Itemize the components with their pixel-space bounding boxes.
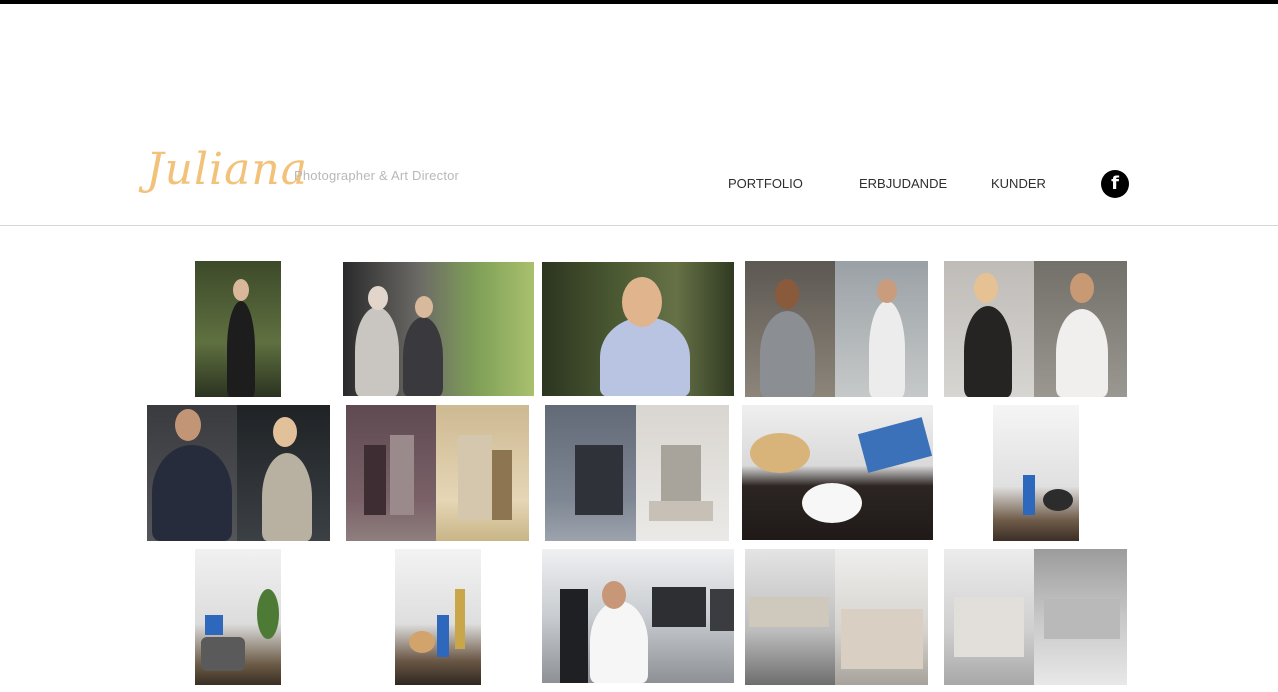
photo-smiling-woman-portrait[interactable] bbox=[542, 262, 734, 396]
photo-cooking-pot[interactable] bbox=[195, 549, 281, 685]
logo[interactable]: Juliana bbox=[146, 140, 308, 200]
nav-kunder[interactable]: KUNDER bbox=[991, 176, 1046, 191]
photo-interior-shelves-mauve[interactable] bbox=[346, 405, 529, 541]
photo-woman-and-chef-diptych[interactable] bbox=[944, 261, 1127, 397]
photo-interior-grey-furniture[interactable] bbox=[545, 405, 729, 541]
photo-chef-and-apron-woman[interactable] bbox=[147, 405, 330, 541]
photo-dining-and-bedroom[interactable] bbox=[745, 549, 928, 685]
photo-cookies-and-coffee[interactable] bbox=[742, 405, 933, 540]
photo-kitchen-bottle[interactable] bbox=[993, 405, 1079, 541]
photo-chef-woman-and-man[interactable] bbox=[745, 261, 928, 397]
top-border bbox=[0, 0, 1278, 4]
nav-portfolio[interactable]: PORTFOLIO bbox=[728, 176, 803, 191]
photo-woman-in-forest[interactable] bbox=[195, 261, 281, 397]
header-divider bbox=[0, 225, 1278, 226]
photo-bread-and-bottle[interactable] bbox=[395, 549, 481, 685]
photo-office-man-phone[interactable] bbox=[542, 549, 734, 683]
logo-tagline: Photographer & Art Director bbox=[294, 168, 460, 183]
photo-two-women-by-car[interactable] bbox=[343, 262, 534, 396]
photo-bedroom-cushions[interactable] bbox=[944, 549, 1127, 685]
facebook-icon[interactable]: f bbox=[1101, 170, 1129, 198]
nav-erbjudande[interactable]: ERBJUDANDE bbox=[859, 176, 947, 191]
